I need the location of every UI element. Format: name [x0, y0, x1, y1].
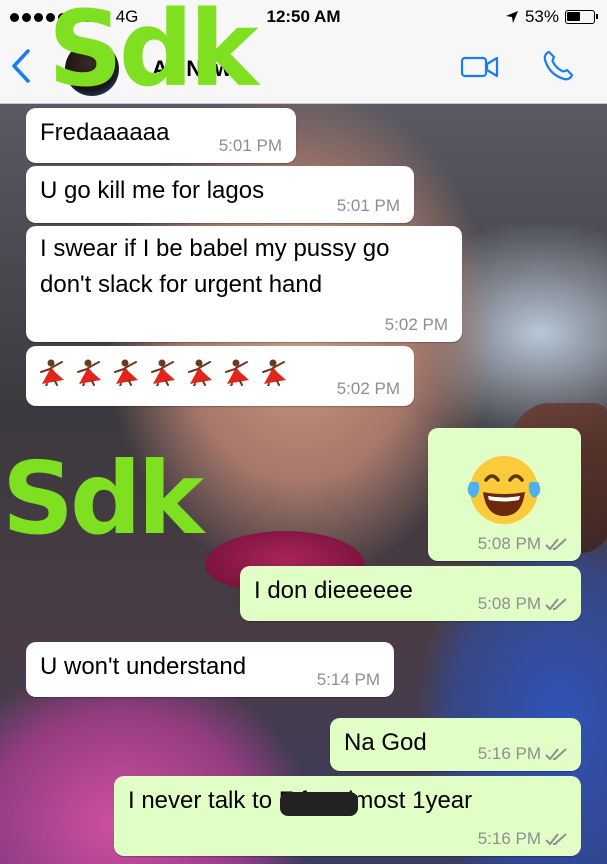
message-bubble-outgoing[interactable]: Na God 5:16 PM — [330, 718, 581, 771]
message-bubble-incoming[interactable]: 5:02 PM — [26, 346, 414, 406]
message-text: Fredaaaaaa — [40, 119, 170, 146]
tears-of-joy-emoji-icon — [467, 456, 541, 524]
phone-call-icon[interactable] — [540, 48, 576, 84]
message-bubble-incoming[interactable]: I swear if I be babel my pussy go don't … — [26, 226, 462, 342]
dancer-emoji-icon — [40, 359, 64, 386]
message-meta: 5:16 PM — [478, 744, 567, 764]
battery-percent: 53% — [524, 7, 559, 26]
message-text: Na God — [344, 729, 427, 756]
message-meta: 5:08 PM — [478, 534, 567, 554]
dancer-emoji-icon — [77, 359, 101, 386]
battery-icon — [565, 10, 598, 24]
double-check-icon — [545, 833, 567, 846]
back-chevron-icon[interactable] — [10, 48, 32, 84]
double-check-icon — [545, 598, 567, 611]
message-text: I don dieeeeee — [254, 577, 413, 604]
dancer-emoji-row — [38, 358, 289, 386]
message-time: 5:08 PM — [477, 594, 541, 613]
message-time: 5:01 PM — [336, 196, 400, 215]
double-check-icon — [545, 748, 567, 761]
battery-level — [567, 12, 580, 21]
message-bubble-outgoing[interactable]: I don dieeeeee 5:08 PM — [240, 566, 581, 621]
message-bubble-incoming[interactable]: U go kill me for lagos 5:01 PM — [26, 166, 414, 223]
message-time: 5:01 PM — [218, 136, 282, 155]
message-time: 5:16 PM — [477, 829, 541, 848]
double-check-icon — [545, 538, 567, 551]
message-bubble-outgoing[interactable]: 5:08 PM — [428, 428, 581, 561]
message-text: U won't understand — [40, 653, 247, 680]
location-arrow-icon — [505, 11, 518, 23]
redaction-mark — [280, 792, 358, 816]
message-time: 5:08 PM — [477, 534, 541, 553]
message-text: U go kill me for lagos — [40, 177, 265, 204]
message-bubble-incoming[interactable]: Fredaaaaaa 5:01 PM — [26, 108, 296, 163]
message-meta: 5:16 PM — [478, 829, 567, 849]
dancer-emoji-icon — [225, 359, 249, 386]
message-time: 5:02 PM — [336, 379, 400, 398]
message-text-line-1: I swear if I be babel my pussy go — [40, 235, 390, 262]
watermark-side: Sdk — [2, 440, 204, 557]
dancer-emoji-icon — [151, 359, 175, 386]
dancer-emoji-icon — [188, 359, 212, 386]
message-meta: 5:08 PM — [478, 594, 567, 614]
watermark-top: Sdk — [48, 0, 259, 110]
message-time: 5:14 PM — [316, 670, 380, 689]
dancer-emoji-icon — [114, 359, 138, 386]
message-time: 5:02 PM — [384, 315, 448, 334]
message-bubble-incoming[interactable]: U won't understand 5:14 PM — [26, 642, 394, 697]
video-call-icon[interactable] — [460, 52, 500, 82]
message-time: 5:16 PM — [477, 744, 541, 763]
message-bubble-outgoing[interactable]: I never talk to F for almost 1year 5:16 … — [114, 776, 581, 856]
dancer-emoji-icon — [262, 359, 286, 386]
message-text-line-2: don't slack for urgent hand — [40, 271, 323, 298]
